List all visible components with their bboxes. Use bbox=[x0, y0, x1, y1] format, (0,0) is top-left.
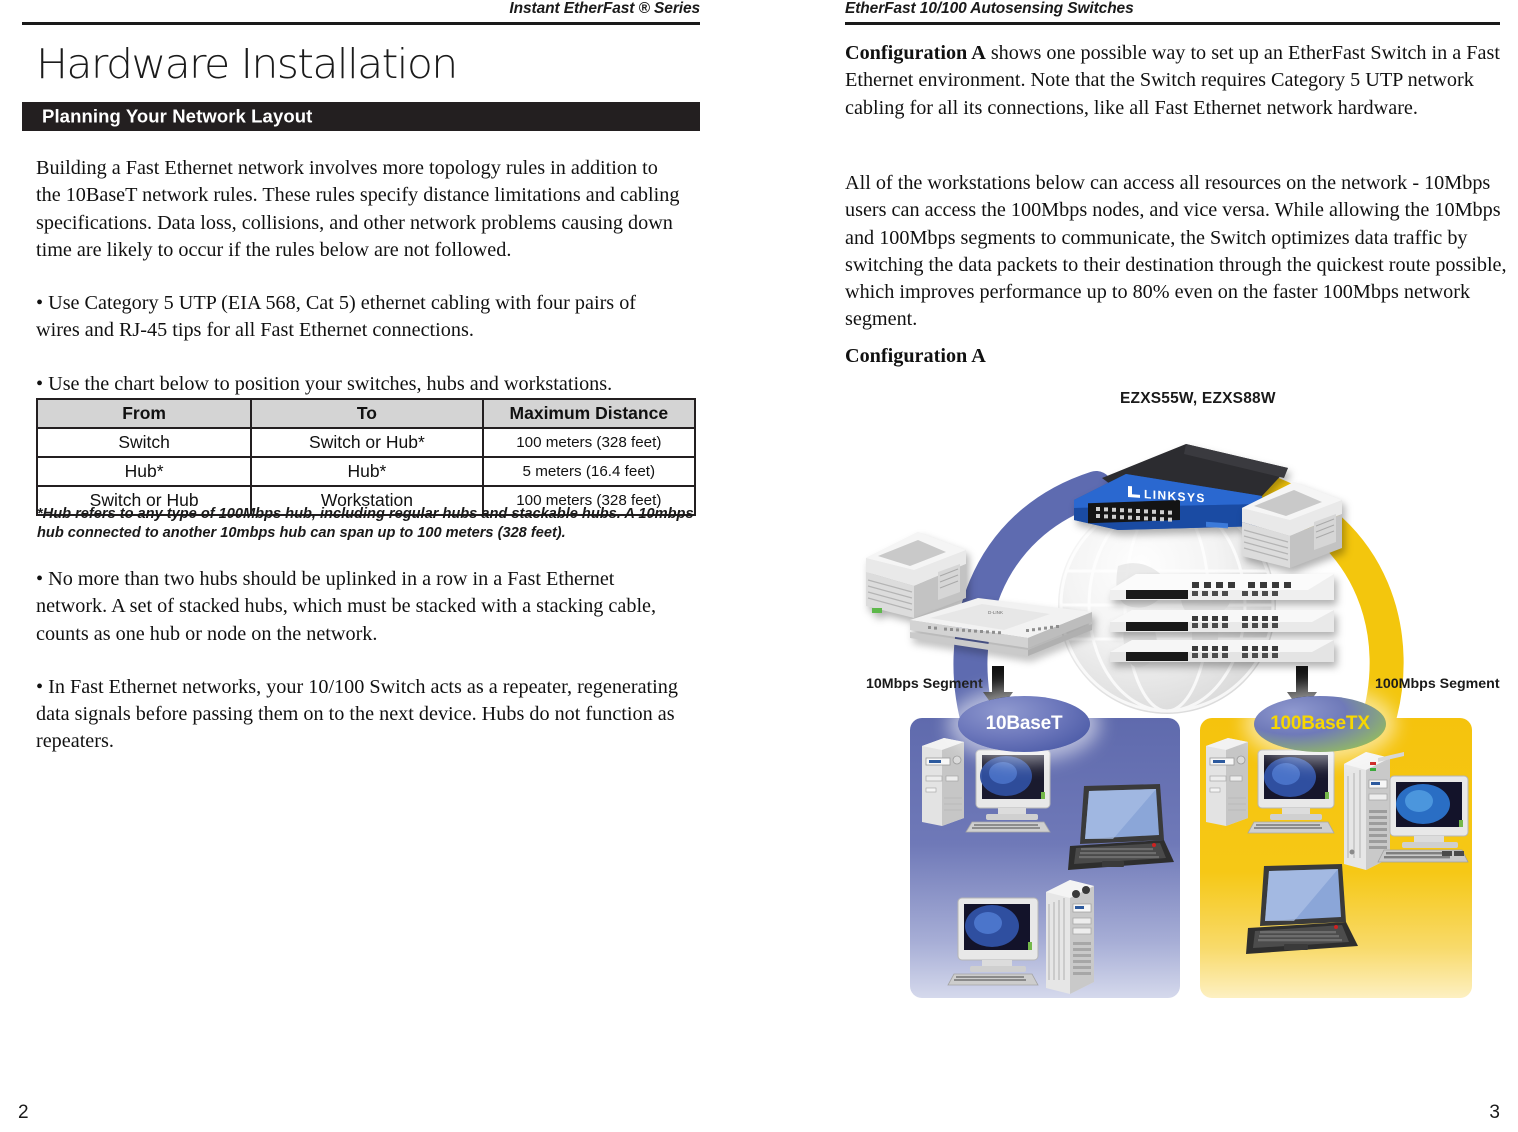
header-rule-right bbox=[845, 22, 1500, 25]
right-paragraph-1: Configuration A shows one possible way t… bbox=[845, 40, 1500, 122]
segment-label-10mbps: 10Mbps Segment bbox=[866, 676, 983, 692]
table-header-row: From To Maximum Distance bbox=[35, 398, 697, 429]
stacked-hubs-device-icon bbox=[1110, 574, 1334, 662]
config-a-lead-in: Configuration A bbox=[845, 42, 986, 64]
paragraph-2-body: All of the workstations below can access… bbox=[845, 172, 1507, 331]
badge-100basetx: 100BaseTX bbox=[1254, 696, 1386, 752]
diagram-product-label: EZXS55W, EZXS88W bbox=[1120, 390, 1276, 407]
workstations-group-100basetx bbox=[1206, 738, 1469, 954]
page-left: Instant EtherFast ® Series Hardware Inst… bbox=[0, 0, 760, 1132]
network-diagram-configuration-a: EZXS55W, EZXS88W LINKSYS D-LINK 10Mbps S… bbox=[848, 388, 1516, 1023]
bullet-item-2: • Use the chart below to position your s… bbox=[36, 372, 613, 395]
table-header-from: From bbox=[35, 398, 253, 429]
table-footnote: *Hub refers to any type of 100Mbps hub, … bbox=[37, 506, 694, 541]
bullet-item-1: • Use Category 5 UTP (EIA 568, Cat 5) et… bbox=[36, 292, 637, 342]
left-body-lower: • No more than two hubs should be uplink… bbox=[36, 566, 684, 756]
table-row: Hub* Hub* 5 meters (16.4 feet) bbox=[35, 456, 697, 487]
header-rule-left bbox=[22, 22, 700, 25]
table-row: Switch Switch or Hub* 100 meters (328 fe… bbox=[35, 427, 697, 458]
segment-label-100mbps: 100Mbps Segment bbox=[1375, 676, 1500, 692]
svg-text:D-LINK: D-LINK bbox=[988, 610, 1004, 615]
page-number-left: 2 bbox=[18, 1102, 29, 1123]
document-spread: Instant EtherFast ® Series Hardware Inst… bbox=[0, 0, 1518, 1132]
left-body-upper: Building a Fast Ethernet network involve… bbox=[36, 155, 684, 398]
table-cell-from: Switch bbox=[35, 427, 253, 458]
figure-caption: Configuration A bbox=[845, 345, 986, 367]
section-heading-bar: Planning Your Network Layout bbox=[22, 102, 700, 131]
right-paragraph-2: All of the workstations below can access… bbox=[845, 170, 1510, 334]
intro-paragraph: Building a Fast Ethernet network involve… bbox=[36, 157, 680, 261]
table-cell-to: Hub* bbox=[250, 456, 484, 487]
bullet-item-4: • In Fast Ethernet networks, your 10/100… bbox=[36, 675, 678, 753]
section-heading-label: Planning Your Network Layout bbox=[42, 105, 313, 127]
desktop-hub-device-icon: D-LINK bbox=[910, 598, 1092, 656]
page-title: Hardware Installation bbox=[36, 40, 458, 88]
table-cell-to: Switch or Hub* bbox=[250, 427, 484, 458]
table-cell-distance: 100 meters (328 feet) bbox=[481, 427, 697, 458]
table-header-max-distance: Maximum Distance bbox=[481, 398, 697, 429]
bullet-item-3: • No more than two hubs should be uplink… bbox=[36, 568, 657, 645]
badge-10baset: 10BaseT bbox=[958, 696, 1090, 752]
distance-table: From To Maximum Distance Switch Switch o… bbox=[35, 398, 697, 516]
table-header-to: To bbox=[250, 398, 484, 429]
running-head-right: EtherFast 10/100 Autosensing Switches bbox=[845, 0, 1134, 17]
running-head-left: Instant EtherFast ® Series bbox=[509, 0, 700, 17]
table-cell-from: Hub* bbox=[35, 456, 253, 487]
page-number-right: 3 bbox=[1489, 1102, 1500, 1123]
paragraph-1-body: Configuration A shows one possible way t… bbox=[845, 40, 1500, 122]
table-cell-distance: 5 meters (16.4 feet) bbox=[481, 456, 697, 487]
workstations-group-10baset bbox=[922, 738, 1174, 994]
